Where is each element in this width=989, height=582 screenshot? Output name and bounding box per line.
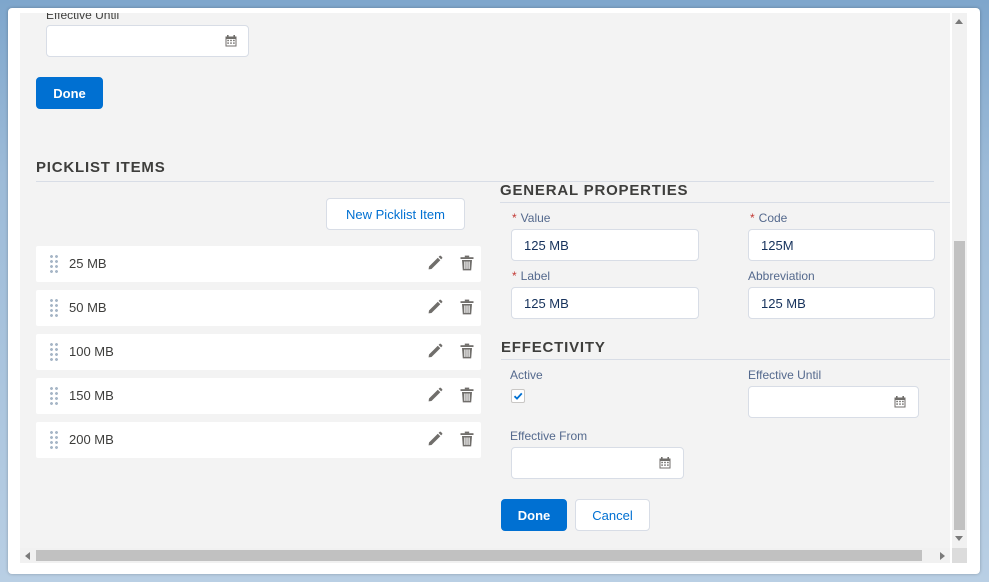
picklist-row[interactable]: 200 MB (36, 422, 481, 458)
general-properties-heading: GENERAL PROPERTIES (500, 182, 689, 199)
label-label: * Label (512, 269, 551, 283)
scroll-up-arrow-icon[interactable] (955, 19, 963, 24)
code-input[interactable]: 125M (748, 229, 935, 261)
picklist-row[interactable]: 50 MB (36, 290, 481, 326)
delete-icon[interactable] (459, 255, 475, 271)
calendar-icon[interactable] (659, 457, 671, 469)
cancel-button[interactable]: Cancel (575, 499, 650, 531)
value-label: * Value (512, 211, 551, 225)
picklist-row[interactable]: 25 MB (36, 246, 481, 282)
top-done-button[interactable]: Done (36, 77, 103, 109)
delete-icon[interactable] (459, 431, 475, 447)
delete-icon[interactable] (459, 343, 475, 359)
effective-from-label: Effective From (510, 429, 588, 443)
delete-icon[interactable] (459, 299, 475, 315)
general-divider (500, 202, 950, 203)
effective-until-label: Effective Until (748, 368, 822, 382)
vertical-scroll-thumb[interactable] (954, 241, 965, 530)
picklist-divider (36, 181, 934, 182)
top-effective-until-input[interactable] (46, 25, 249, 57)
drag-handle-icon[interactable] (49, 386, 59, 406)
scrollbar-corner (952, 548, 967, 563)
picklist-row-label: 50 MB (69, 300, 107, 315)
drag-handle-icon[interactable] (49, 254, 59, 274)
scroll-left-arrow-icon[interactable] (25, 552, 30, 560)
picklist-row[interactable]: 150 MB (36, 378, 481, 414)
picklist-items-heading: PICKLIST ITEMS (36, 159, 166, 176)
drag-handle-icon[interactable] (49, 298, 59, 318)
edit-icon[interactable] (427, 387, 443, 403)
edit-icon[interactable] (427, 299, 443, 315)
label-input[interactable]: 125 MB (511, 287, 699, 319)
required-mark: * (512, 211, 517, 225)
picklist-row-label: 150 MB (69, 388, 114, 403)
vertical-scrollbar[interactable] (952, 13, 967, 548)
effective-from-input[interactable] (511, 447, 684, 479)
code-label: * Code (750, 211, 788, 225)
scroll-down-arrow-icon[interactable] (955, 536, 963, 541)
drag-handle-icon[interactable] (49, 430, 59, 450)
required-mark: * (750, 211, 755, 225)
effectivity-divider (501, 359, 950, 360)
editor-panel: Effective Until Done PICKLIST ITEMS New … (20, 13, 950, 548)
picklist-row-label: 200 MB (69, 432, 114, 447)
top-effective-until-label: Effective Until (46, 13, 120, 22)
horizontal-scroll-thumb[interactable] (36, 550, 922, 561)
abbreviation-input[interactable]: 125 MB (748, 287, 935, 319)
active-checkbox[interactable] (511, 389, 525, 403)
active-label: Active (510, 368, 543, 382)
done-button[interactable]: Done (501, 499, 567, 531)
horizontal-scrollbar[interactable] (20, 548, 950, 563)
scroll-right-arrow-icon[interactable] (940, 552, 945, 560)
picklist-row-label: 100 MB (69, 344, 114, 359)
value-input[interactable]: 125 MB (511, 229, 699, 261)
edit-icon[interactable] (427, 255, 443, 271)
delete-icon[interactable] (459, 387, 475, 403)
edit-icon[interactable] (427, 343, 443, 359)
picklist-row[interactable]: 100 MB (36, 334, 481, 370)
effective-until-input[interactable] (748, 386, 919, 418)
effectivity-heading: EFFECTIVITY (501, 339, 606, 356)
abbreviation-label: Abbreviation (748, 269, 815, 283)
drag-handle-icon[interactable] (49, 342, 59, 362)
calendar-icon[interactable] (225, 35, 237, 47)
check-icon (513, 392, 523, 400)
new-picklist-item-button[interactable]: New Picklist Item (326, 198, 465, 230)
calendar-icon[interactable] (894, 396, 906, 408)
edit-icon[interactable] (427, 431, 443, 447)
picklist-row-label: 25 MB (69, 256, 107, 271)
required-mark: * (512, 269, 517, 283)
